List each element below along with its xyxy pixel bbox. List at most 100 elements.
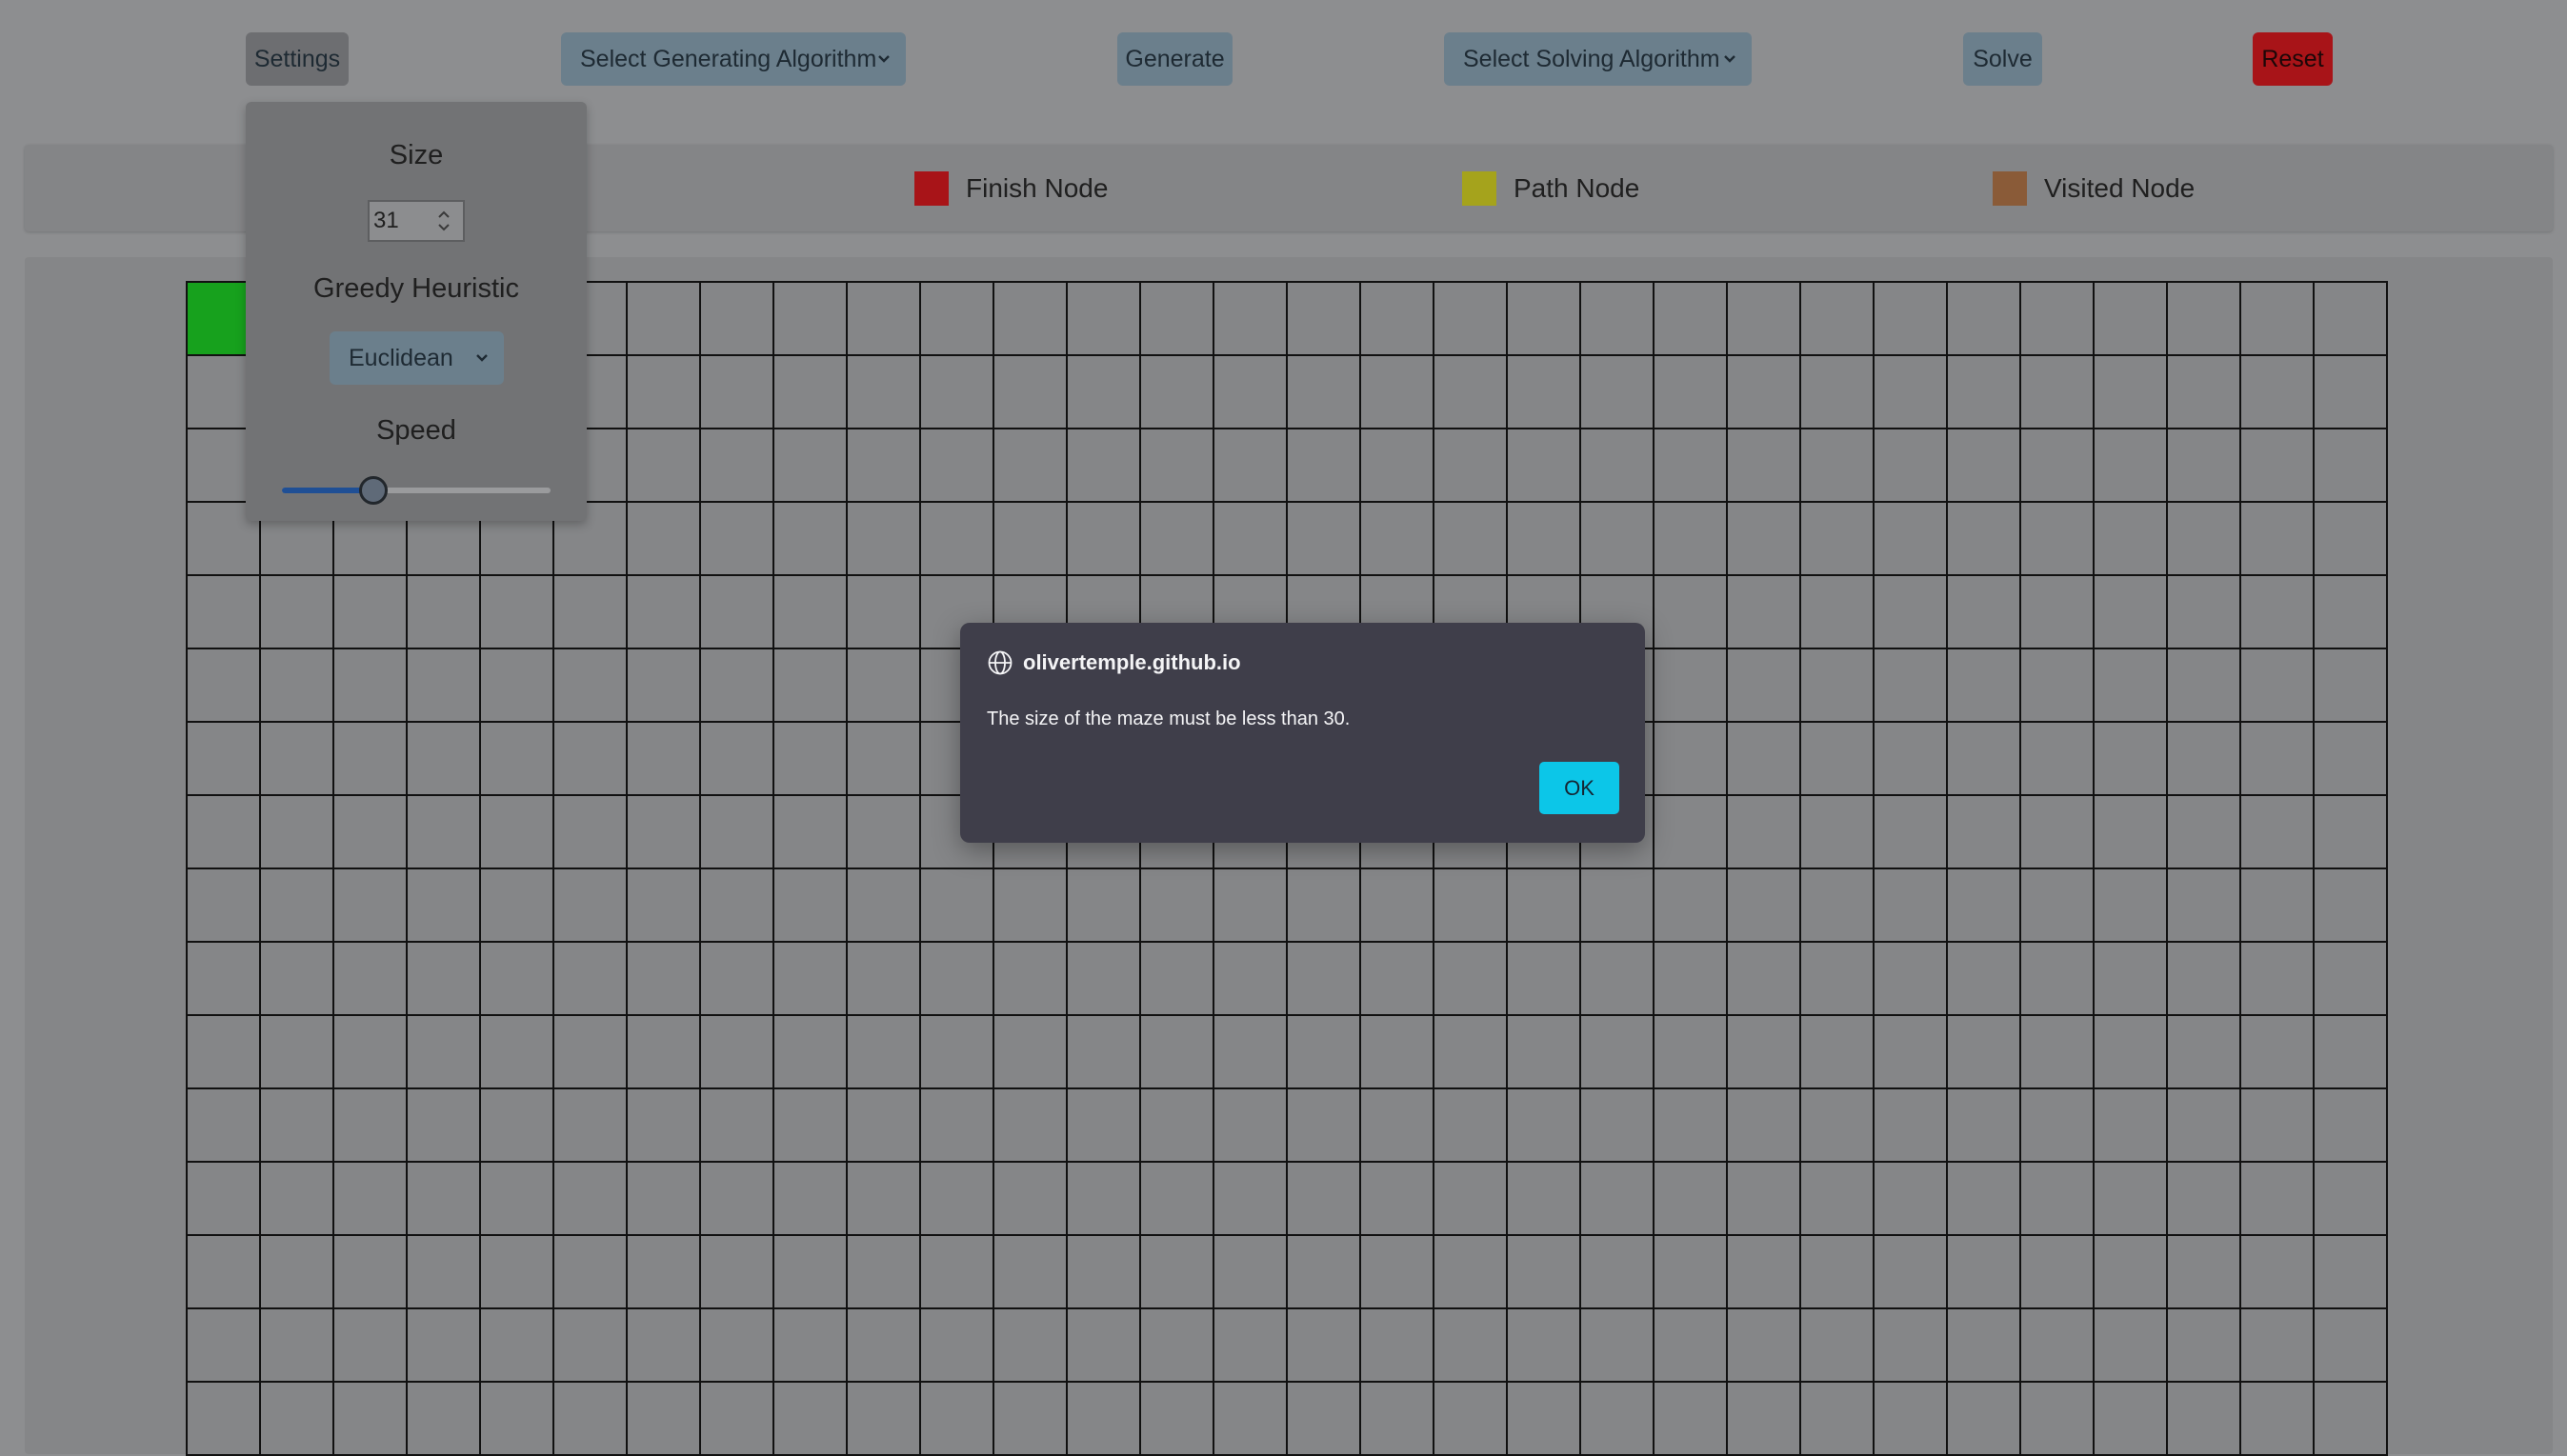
maze-cell[interactable] — [481, 943, 554, 1016]
maze-cell[interactable] — [261, 943, 334, 1016]
maze-cell[interactable] — [2168, 649, 2241, 723]
maze-cell[interactable] — [1581, 503, 1655, 576]
maze-cell[interactable] — [481, 796, 554, 869]
maze-cell[interactable] — [1434, 503, 1508, 576]
maze-cell[interactable] — [2021, 1163, 2095, 1236]
maze-cell[interactable] — [1361, 1163, 1434, 1236]
maze-cell[interactable] — [628, 869, 701, 943]
maze-cell[interactable] — [408, 943, 481, 1016]
maze-cell[interactable] — [1801, 1383, 1875, 1456]
maze-cell[interactable] — [2168, 1309, 2241, 1383]
maze-cell[interactable] — [1361, 429, 1434, 503]
maze-cell[interactable] — [1581, 1016, 1655, 1089]
maze-cell[interactable] — [2315, 1163, 2388, 1236]
maze-cell[interactable] — [554, 649, 628, 723]
slider-thumb[interactable] — [358, 476, 388, 505]
maze-cell[interactable] — [1581, 1309, 1655, 1383]
maze-cell[interactable] — [1728, 1309, 1801, 1383]
maze-cell[interactable] — [481, 1236, 554, 1309]
maze-cell[interactable] — [1801, 1163, 1875, 1236]
maze-cell[interactable] — [1948, 429, 2021, 503]
maze-cell[interactable] — [1361, 503, 1434, 576]
maze-cell[interactable] — [994, 869, 1068, 943]
maze-cell[interactable] — [701, 1236, 774, 1309]
maze-cell[interactable] — [334, 649, 408, 723]
maze-cell[interactable] — [1288, 1236, 1361, 1309]
maze-cell[interactable] — [2315, 723, 2388, 796]
maze-cell[interactable] — [848, 1309, 921, 1383]
maze-cell[interactable] — [188, 1089, 261, 1163]
maze-cell[interactable] — [481, 1383, 554, 1456]
maze-cell[interactable] — [774, 1236, 848, 1309]
maze-cell[interactable] — [2168, 869, 2241, 943]
maze-cell[interactable] — [554, 1016, 628, 1089]
maze-cell[interactable] — [334, 1016, 408, 1089]
maze-cell[interactable] — [1655, 1016, 1728, 1089]
maze-cell[interactable] — [408, 869, 481, 943]
maze-cell[interactable] — [1508, 1016, 1581, 1089]
maze-cell[interactable] — [2241, 943, 2315, 1016]
maze-cell[interactable] — [628, 283, 701, 356]
maze-cell[interactable] — [701, 429, 774, 503]
maze-cell[interactable] — [2168, 283, 2241, 356]
maze-cell[interactable] — [188, 796, 261, 869]
maze-cell[interactable] — [1288, 1163, 1361, 1236]
maze-cell[interactable] — [2021, 1309, 2095, 1383]
maze-cell[interactable] — [334, 1309, 408, 1383]
maze-cell[interactable] — [1728, 1236, 1801, 1309]
maze-cell[interactable] — [1728, 576, 1801, 649]
maze-cell[interactable] — [2021, 723, 2095, 796]
maze-cell[interactable] — [1434, 869, 1508, 943]
maze-cell[interactable] — [1581, 429, 1655, 503]
maze-cell[interactable] — [1581, 356, 1655, 429]
maze-cell[interactable] — [1068, 283, 1141, 356]
maze-cell[interactable] — [628, 796, 701, 869]
maze-cell[interactable] — [1581, 869, 1655, 943]
maze-cell[interactable] — [848, 649, 921, 723]
maze-cell[interactable] — [848, 723, 921, 796]
maze-cell[interactable] — [2315, 1236, 2388, 1309]
spinner-arrows-icon[interactable] — [434, 207, 453, 235]
maze-cell[interactable] — [481, 869, 554, 943]
maze-cell[interactable] — [1141, 503, 1214, 576]
maze-cell[interactable] — [1801, 1236, 1875, 1309]
maze-cell[interactable] — [188, 576, 261, 649]
maze-cell[interactable] — [1875, 1383, 1948, 1456]
maze-cell[interactable] — [334, 1089, 408, 1163]
maze-cell[interactable] — [1288, 1089, 1361, 1163]
maze-cell[interactable] — [188, 943, 261, 1016]
maze-cell[interactable] — [481, 649, 554, 723]
maze-cell[interactable] — [2315, 796, 2388, 869]
maze-cell[interactable] — [774, 1016, 848, 1089]
maze-cell[interactable] — [701, 723, 774, 796]
maze-cell[interactable] — [481, 1089, 554, 1163]
maze-cell[interactable] — [1214, 356, 1288, 429]
maze-cell[interactable] — [848, 869, 921, 943]
maze-cell[interactable] — [1214, 503, 1288, 576]
maze-cell[interactable] — [1068, 869, 1141, 943]
maze-cell[interactable] — [2315, 1383, 2388, 1456]
maze-cell[interactable] — [701, 576, 774, 649]
maze-cell[interactable] — [628, 1163, 701, 1236]
maze-cell[interactable] — [1948, 1163, 2021, 1236]
maze-cell[interactable] — [1875, 1016, 1948, 1089]
maze-cell[interactable] — [334, 1383, 408, 1456]
maze-cell[interactable] — [1728, 1016, 1801, 1089]
maze-cell[interactable] — [848, 429, 921, 503]
maze-cell[interactable] — [2168, 1383, 2241, 1456]
maze-cell[interactable] — [2021, 649, 2095, 723]
maze-cell[interactable] — [1288, 356, 1361, 429]
maze-cell[interactable] — [2241, 503, 2315, 576]
maze-cell[interactable] — [1801, 869, 1875, 943]
reset-button[interactable]: Reset — [2253, 32, 2333, 86]
maze-cell[interactable] — [261, 1163, 334, 1236]
maze-cell[interactable] — [408, 1163, 481, 1236]
maze-cell[interactable] — [2021, 1236, 2095, 1309]
maze-cell[interactable] — [774, 429, 848, 503]
maze-cell[interactable] — [628, 1236, 701, 1309]
maze-cell[interactable] — [774, 356, 848, 429]
maze-cell[interactable] — [1948, 1236, 2021, 1309]
maze-cell[interactable] — [2021, 1089, 2095, 1163]
maze-cell[interactable] — [848, 1236, 921, 1309]
maze-cell[interactable] — [1728, 283, 1801, 356]
